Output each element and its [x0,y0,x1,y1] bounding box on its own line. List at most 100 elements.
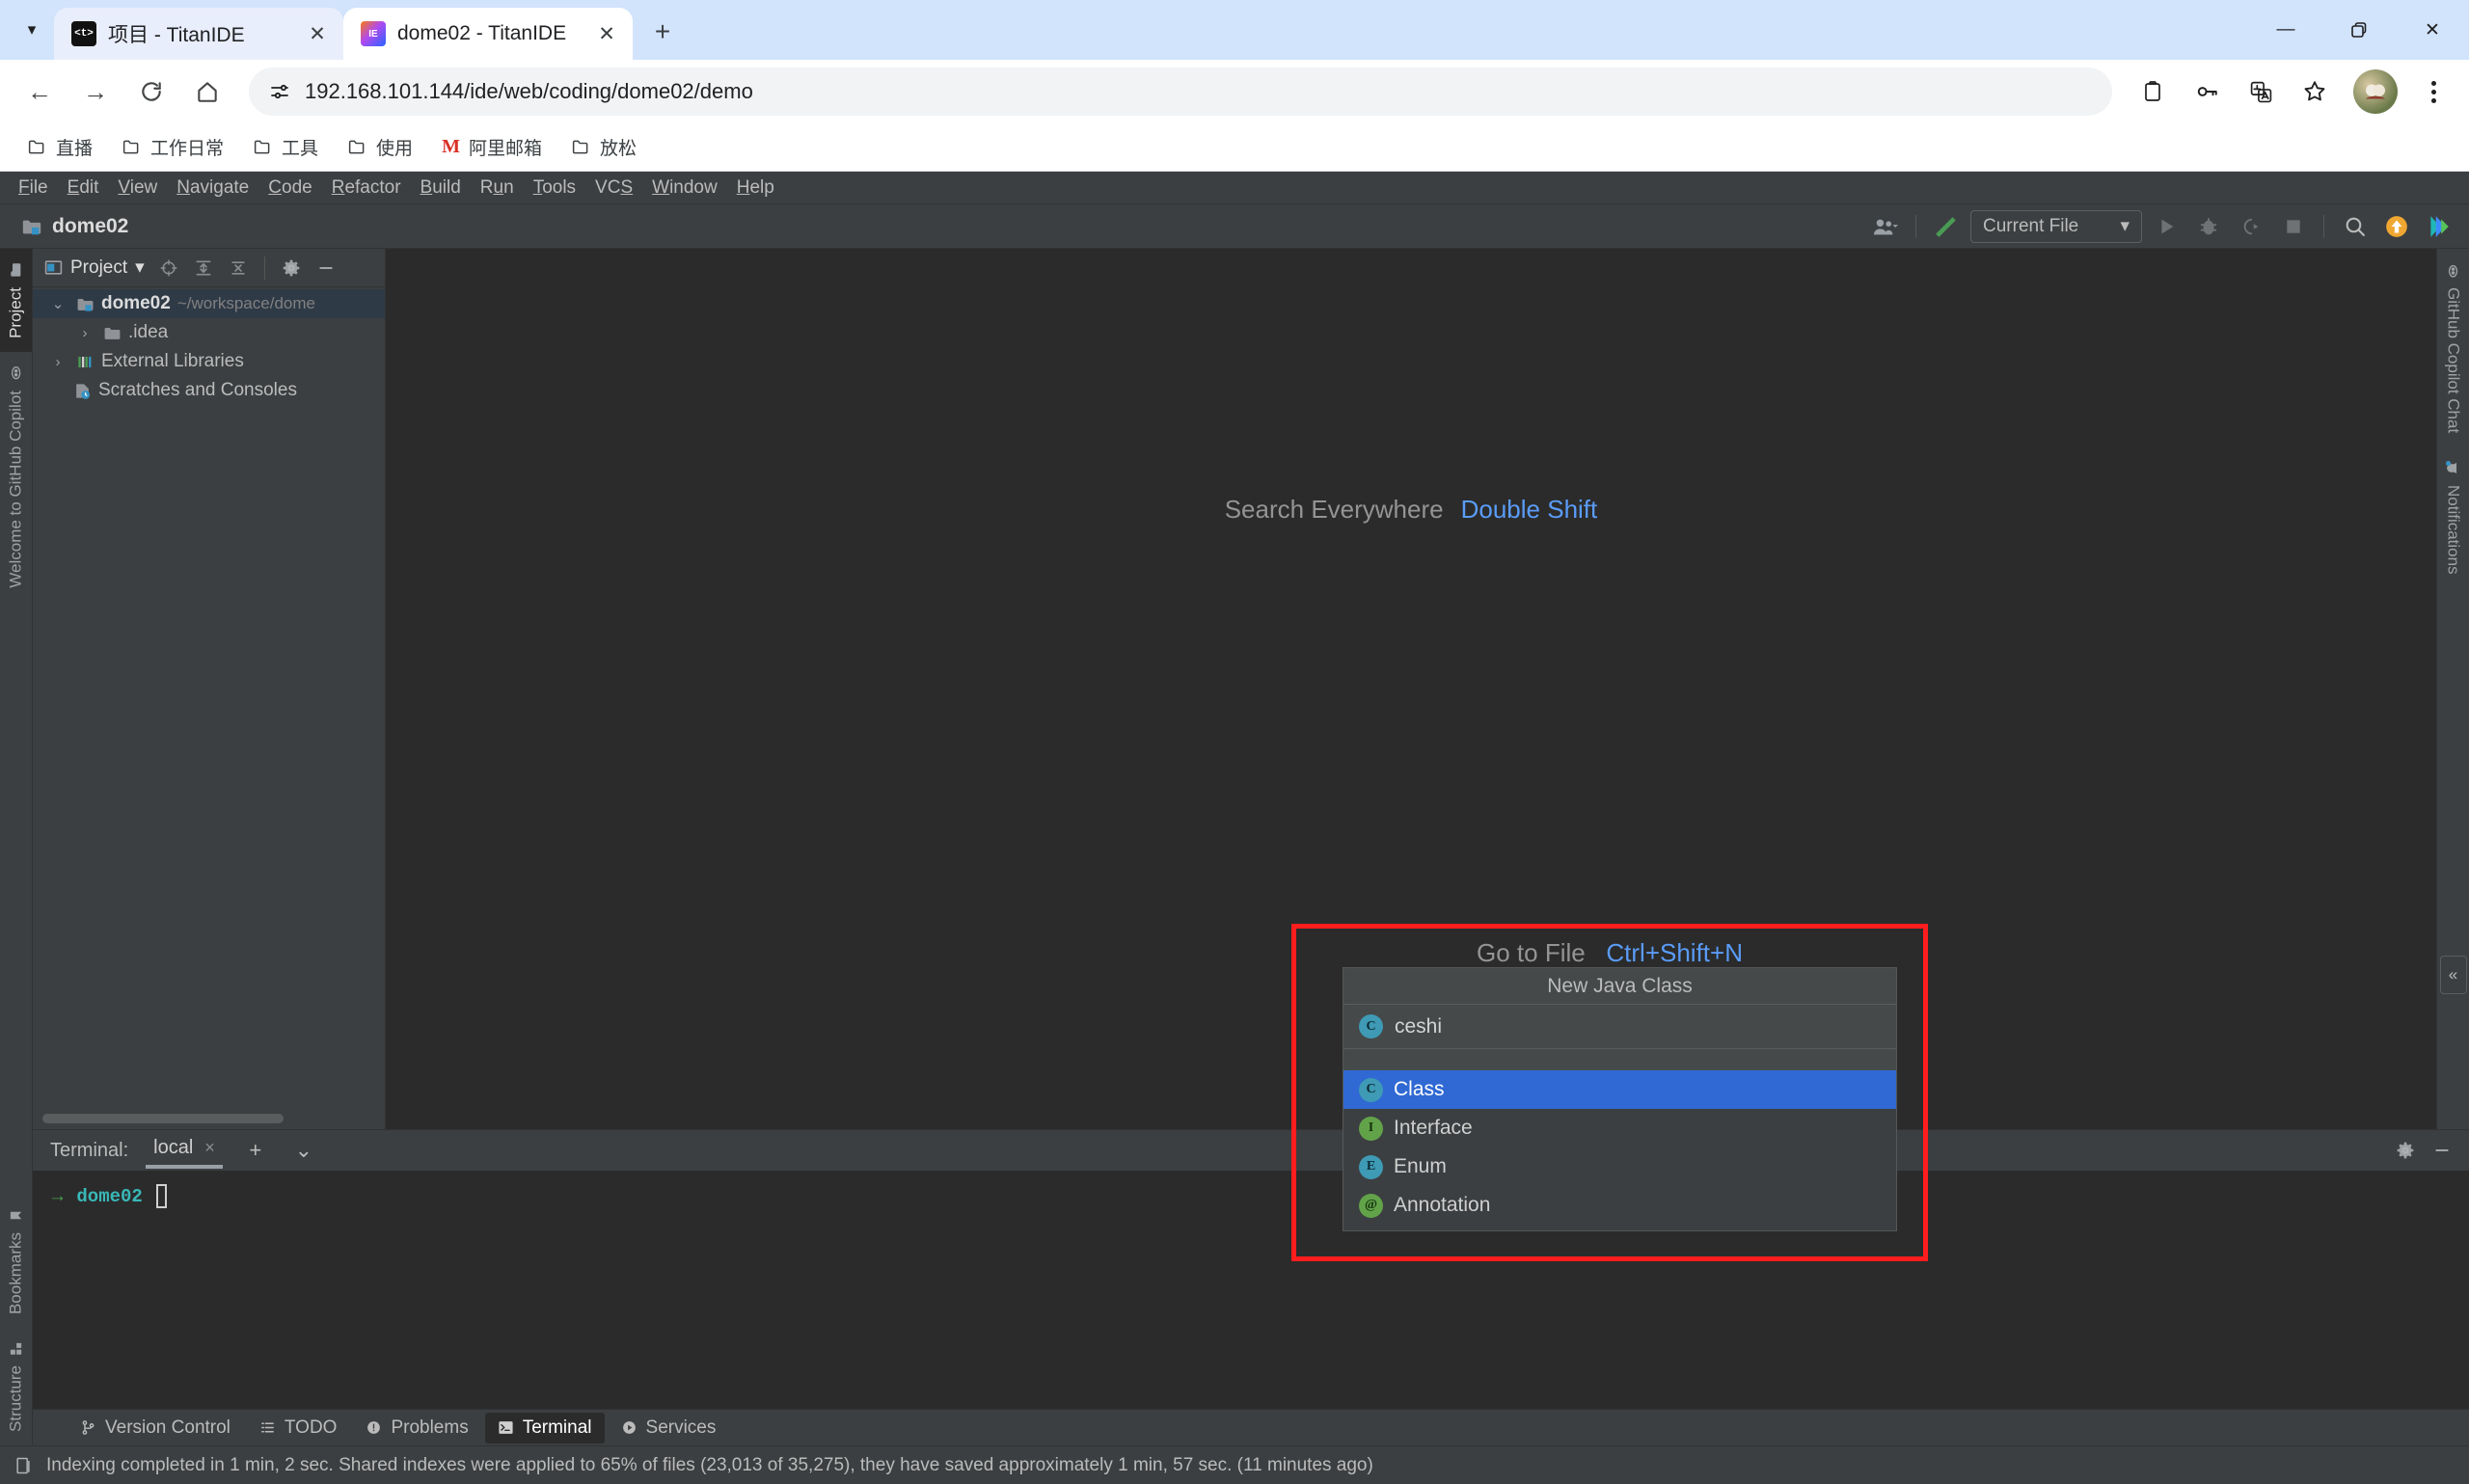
coverage-icon[interactable] [2233,210,2269,243]
translate-icon[interactable] [2236,67,2286,117]
locate-target-icon[interactable] [154,254,183,283]
project-panel-title-group[interactable]: Project ▾ [41,255,149,281]
menu-code[interactable]: Code [259,175,320,202]
ide-logo-icon[interactable] [2421,210,2457,243]
menu-refactor[interactable]: Refactor [323,175,410,202]
menu-navigate[interactable]: Navigate [168,175,258,202]
debug-icon[interactable] [2190,210,2227,243]
popup-item-interface[interactable]: I Interface [1343,1109,1896,1147]
terminal-tab-local[interactable]: local × [146,1133,223,1169]
menu-window[interactable]: Window [643,175,726,202]
home-icon[interactable] [181,66,233,118]
build-hammer-icon[interactable] [1928,210,1965,243]
hide-minimize-icon[interactable] [312,254,340,283]
toolbar-project-chip[interactable]: dome02 [12,211,138,242]
window-restore-icon[interactable] [2322,0,2396,60]
browser-menu-icon[interactable] [2411,67,2455,117]
project-horizontal-scrollbar[interactable] [42,1114,284,1123]
terminal-output[interactable]: → dome02 [33,1171,2469,1409]
popup-item-class[interactable]: C Class [1343,1070,1896,1109]
tab-search-chevron-icon[interactable]: ▾ [10,8,54,52]
chevron-down-icon[interactable]: ▾ [135,256,145,279]
tree-row-idea[interactable]: › .idea [33,318,385,347]
tree-row-scratches[interactable]: Scratches and Consoles [33,376,385,405]
bookmark-item-0[interactable]: 直播 [15,128,104,166]
update-arrow-icon[interactable] [2378,210,2415,243]
chevron-right-icon[interactable]: › [46,354,69,370]
menu-edit[interactable]: Edit [59,175,108,202]
new-tab-button[interactable]: + [640,10,685,54]
tool-window-terminal[interactable]: Terminal [485,1413,605,1444]
tool-window-problems[interactable]: Problems [353,1413,480,1444]
bookmark-item-4[interactable]: M 阿里邮箱 [430,128,554,166]
sidebar-item-notifications[interactable]: Notifications [2438,446,2469,588]
tree-row-external-libraries[interactable]: › External Libraries [33,347,385,376]
menu-file[interactable]: File [10,175,57,202]
tree-label-dome02: dome02 [101,293,171,314]
menu-vcs[interactable]: VCS [586,175,641,202]
menu-help[interactable]: Help [728,175,783,202]
menu-run[interactable]: Run [472,175,523,202]
editor-shortcut-tips: Search Everywhere Double Shift [386,495,2436,553]
sidebar-item-structure[interactable]: Structure [0,1328,32,1445]
bookmark-item-5[interactable]: 放松 [559,128,648,166]
bookmark-item-2[interactable]: 工具 [241,128,330,166]
browser-tab-2[interactable]: IE dome02 - TitanIDE ✕ [343,8,633,60]
reload-icon[interactable] [125,66,177,118]
gear-icon[interactable] [277,254,306,283]
window-minimize-icon[interactable]: — [2249,0,2322,60]
browser-tab-1-close-icon[interactable]: ✕ [301,17,334,50]
expand-all-icon[interactable] [189,254,218,283]
chevron-down-icon[interactable]: ⌄ [46,295,69,312]
menu-build[interactable]: Build [412,175,470,202]
services-icon [621,1419,638,1436]
bookmark-item-1[interactable]: 工作日常 [110,128,235,166]
sidebar-item-welcome-copilot[interactable]: Welcome to GitHub Copilot [0,352,32,602]
forward-icon[interactable]: → [69,66,122,118]
collapse-sidebar-button[interactable]: « [2440,956,2467,994]
run-configuration-selector[interactable]: Current File ▾ [1970,210,2142,243]
terminal-dropdown-icon[interactable]: ⌄ [288,1136,319,1165]
site-settings-icon[interactable] [268,80,291,103]
tool-window-label-services: Services [646,1417,717,1439]
window-close-icon[interactable]: ✕ [2396,0,2469,60]
class-name-input[interactable]: C ceshi [1343,1005,1896,1049]
back-icon[interactable]: ← [14,66,66,118]
tool-window-version-control[interactable]: Version Control [68,1413,243,1444]
bookmark-star-icon[interactable] [2290,67,2340,117]
tool-window-services[interactable]: Services [609,1413,729,1444]
browser-tab-1[interactable]: <t> 项目 - TitanIDE ✕ [54,8,343,60]
tool-window-label-vcs: Version Control [105,1417,231,1439]
browser-tab-2-close-icon[interactable]: ✕ [590,17,623,50]
terminal-add-icon[interactable]: + [240,1136,271,1165]
tool-window-todo[interactable]: TODO [247,1413,350,1444]
tree-row-dome02[interactable]: ⌄ dome02 ~/workspace/dome [33,289,385,318]
sidebar-item-copilot-chat[interactable]: GitHub Copilot Chat [2438,249,2469,446]
address-bar[interactable]: 192.168.101.144/ide/web/coding/dome02/de… [249,67,2112,116]
stop-icon[interactable] [2275,210,2312,243]
menu-view[interactable]: View [109,175,166,202]
collapse-all-icon[interactable] [224,254,253,283]
popup-item-annotation[interactable]: @ Annotation [1343,1186,1896,1225]
password-key-icon[interactable] [2182,67,2232,117]
status-bar: Indexing completed in 1 min, 2 sec. Shar… [0,1445,2469,1484]
terminal-tab-close-icon[interactable]: × [204,1138,215,1158]
class-name-input-value: ceshi [1395,1015,1442,1039]
popup-item-label-class: Class [1394,1078,1445,1101]
search-icon[interactable] [2336,210,2373,243]
chevron-down-icon: ▾ [2120,215,2130,237]
clipboard-icon[interactable] [2128,67,2178,117]
sidebar-item-bookmarks[interactable]: Bookmarks [0,1195,32,1328]
menu-tools[interactable]: Tools [525,175,584,202]
users-icon[interactable] [1867,210,1904,243]
profile-avatar[interactable] [2353,69,2398,114]
chevron-right-icon[interactable]: › [73,325,96,341]
bookmark-item-3[interactable]: 使用 [336,128,424,166]
run-icon[interactable] [2148,210,2184,243]
sidebar-item-project[interactable]: Project [0,249,32,352]
hide-minimize-icon[interactable] [2427,1136,2457,1165]
tool-window-label-terminal: Terminal [523,1417,592,1439]
gear-icon[interactable] [2390,1136,2421,1165]
popup-item-enum[interactable]: E Enum [1343,1147,1896,1186]
omnibar-icons [2128,67,2340,117]
